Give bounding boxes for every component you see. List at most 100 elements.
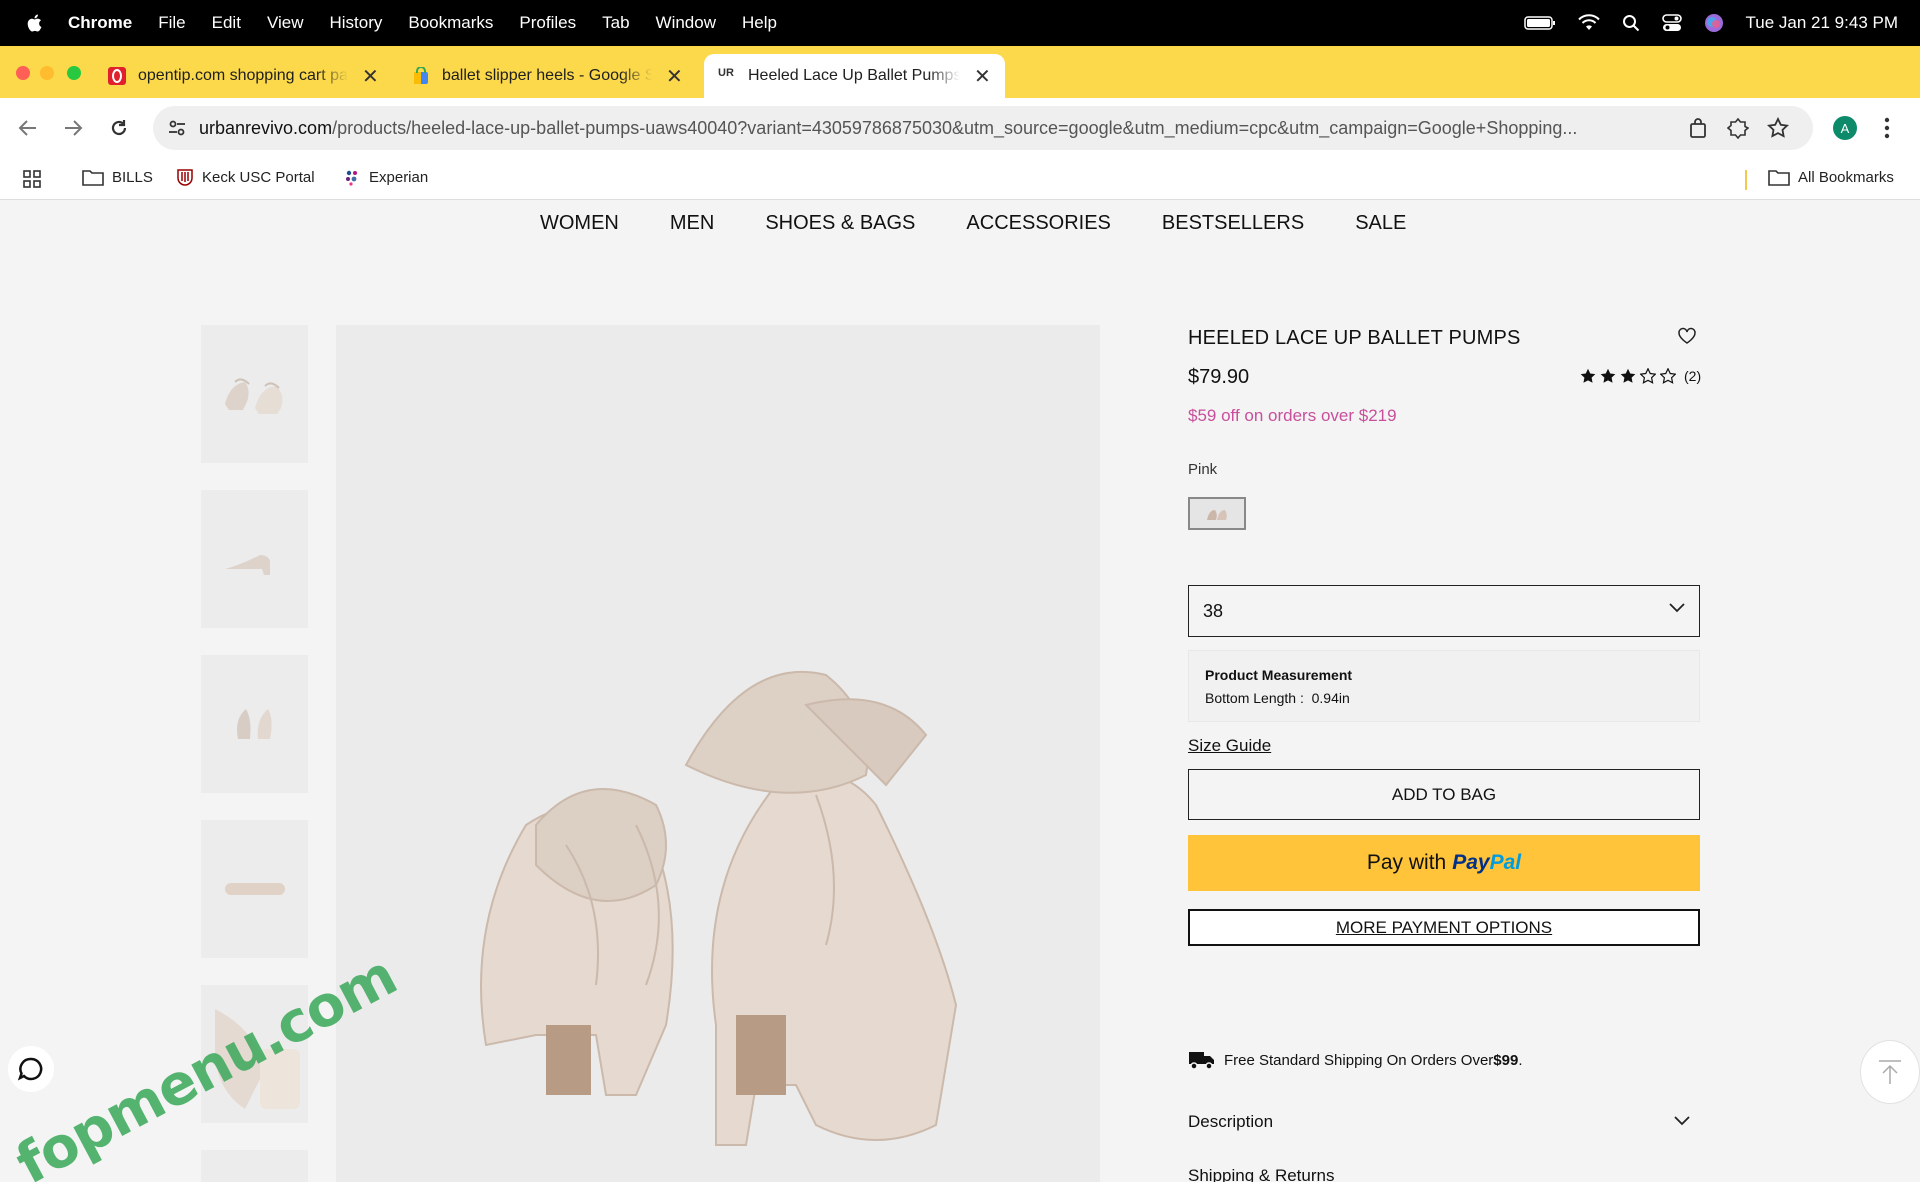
star-filled-icon: [1620, 368, 1636, 383]
control-center-icon[interactable]: [1661, 14, 1682, 32]
shipping-returns-accordion[interactable]: Shipping & Returns: [1188, 1166, 1334, 1182]
shoe-sole-image: [224, 883, 285, 895]
nav-men[interactable]: MEN: [670, 212, 714, 235]
nav-accessories[interactable]: ACCESSORIES: [966, 212, 1110, 235]
extension-badge-icon[interactable]: [1727, 117, 1749, 139]
back-button[interactable]: [15, 115, 41, 141]
product-thumbnail[interactable]: [201, 1150, 308, 1182]
ur-favicon-icon: UR: [718, 67, 734, 79]
menu-help[interactable]: Help: [742, 13, 777, 33]
product-rating[interactable]: (2): [1580, 368, 1701, 384]
product-thumbnail[interactable]: [201, 490, 308, 628]
window-close-button[interactable]: [16, 66, 30, 80]
menu-file[interactable]: File: [158, 13, 185, 33]
tab-close-icon[interactable]: ✕: [974, 64, 991, 89]
product-measurement-box: Product Measurement Bottom Length : 0.94…: [1188, 650, 1700, 722]
address-bar[interactable]: urbanrevivo.com/products/heeled-lace-up-…: [153, 106, 1813, 150]
nav-bestsellers[interactable]: BESTSELLERS: [1162, 212, 1304, 235]
menu-tab[interactable]: Tab: [602, 13, 629, 33]
menu-profiles[interactable]: Profiles: [519, 13, 576, 33]
url-host: urbanrevivo.com: [199, 117, 333, 138]
reload-button[interactable]: [106, 115, 132, 141]
site-info-tune-icon[interactable]: [165, 116, 189, 140]
product-thumbnail[interactable]: [201, 325, 308, 463]
window-zoom-button[interactable]: [67, 66, 81, 80]
chat-bubble-icon: [17, 1057, 43, 1081]
browser-tab-strip: opentip.com shopping cart pa ✕ ballet sl…: [0, 46, 1920, 136]
product-thumbnail[interactable]: [201, 655, 308, 793]
shopping-bag-favicon-icon: [414, 67, 428, 84]
back-to-top-button[interactable]: [1860, 1040, 1920, 1104]
menu-view[interactable]: View: [267, 13, 304, 33]
nav-women[interactable]: WOMEN: [540, 212, 619, 235]
ballet-pumps-image: [480, 670, 958, 1146]
tab-close-icon[interactable]: ✕: [666, 64, 683, 89]
add-to-bag-button[interactable]: ADD TO BAG: [1188, 769, 1700, 820]
menu-app-chrome[interactable]: Chrome: [68, 13, 132, 33]
nav-shoes-bags[interactable]: SHOES & BAGS: [765, 212, 915, 235]
tab-google-search[interactable]: ballet slipper heels - Google S ✕: [412, 54, 683, 98]
folder-icon: [1768, 170, 1790, 186]
macos-menu-bar: Chrome File Edit View History Bookmarks …: [0, 0, 1920, 46]
star-filled-icon: [1580, 368, 1596, 383]
star-filled-icon: [1600, 368, 1616, 383]
bookmarks-separator: [1745, 170, 1747, 190]
arrow-right-icon: [65, 120, 83, 136]
paypal-button[interactable]: Pay with PayPal: [1188, 835, 1700, 891]
menu-bookmarks[interactable]: Bookmarks: [408, 13, 493, 33]
experian-favicon-icon: [346, 170, 357, 186]
status-area: Tue Jan 21 9:43 PM: [1523, 0, 1898, 46]
menu-history[interactable]: History: [329, 13, 382, 33]
description-accordion[interactable]: Description: [1188, 1112, 1700, 1132]
size-guide-link[interactable]: Size Guide: [1188, 736, 1271, 756]
chevron-down-icon: [1674, 1116, 1690, 1126]
product-thumbnail[interactable]: [201, 820, 308, 958]
bookmark-bills[interactable]: BILLS: [82, 168, 153, 186]
all-bookmarks-button[interactable]: All Bookmarks: [1768, 168, 1894, 186]
opera-favicon-icon: [108, 67, 126, 85]
bookmark-keck-usc-portal[interactable]: Keck USC Portal: [176, 168, 315, 186]
product-price: $79.90: [1188, 366, 1250, 388]
measurement-value: 0.94in: [1311, 690, 1350, 706]
bookmark-experian[interactable]: Experian: [343, 168, 428, 186]
all-bookmarks-label: All Bookmarks: [1798, 168, 1894, 186]
nav-sale[interactable]: SALE: [1355, 212, 1406, 235]
browser-toolbar: urbanrevivo.com/products/heeled-lace-up-…: [0, 98, 1920, 158]
spotlight-search-icon[interactable]: [1622, 14, 1640, 32]
tab-opentip[interactable]: opentip.com shopping cart pa ✕: [108, 54, 379, 98]
bookmark-star-icon[interactable]: [1767, 117, 1789, 139]
size-select-value: 38: [1203, 600, 1224, 621]
menu-edit[interactable]: Edit: [212, 13, 241, 33]
shipping-amount: $99: [1493, 1051, 1519, 1069]
product-title: HEELED LACE UP BALLET PUMPS: [1188, 327, 1521, 349]
star-empty-icon: [1640, 368, 1656, 384]
product-main-image[interactable]: [336, 325, 1100, 1182]
arrow-left-icon: [18, 120, 36, 136]
chat-widget-button[interactable]: [8, 1046, 54, 1092]
tab-close-icon[interactable]: ✕: [362, 64, 379, 89]
profile-avatar[interactable]: A: [1833, 116, 1857, 140]
apple-icon[interactable]: [24, 12, 46, 34]
folder-icon: [82, 170, 104, 186]
more-payment-options-button[interactable]: MORE PAYMENT OPTIONS: [1188, 909, 1700, 946]
bookmarks-bar: BILLS Keck USC Portal Experian All Bookm…: [0, 158, 1920, 200]
wishlist-heart-icon[interactable]: [1677, 327, 1697, 345]
menu-window[interactable]: Window: [656, 13, 716, 33]
siri-icon[interactable]: [1704, 13, 1724, 33]
tab-title: Heeled Lace Up Ballet Pumps: [748, 67, 960, 84]
shopping-bag-icon[interactable]: [1687, 117, 1709, 139]
swatch-shoe-image: [1207, 509, 1227, 520]
battery-icon[interactable]: [1523, 15, 1556, 31]
url-text[interactable]: urbanrevivo.com/products/heeled-lace-up-…: [199, 118, 1674, 139]
window-minimize-button[interactable]: [40, 66, 54, 80]
color-swatch-pink[interactable]: [1188, 497, 1246, 530]
wifi-icon[interactable]: [1577, 14, 1600, 32]
menubar-clock[interactable]: Tue Jan 21 9:43 PM: [1746, 13, 1898, 33]
color-label: Pink: [1188, 461, 1218, 478]
forward-button[interactable]: [60, 115, 86, 141]
tab-urbanrevivo[interactable]: UR Heeled Lace Up Ballet Pumps ✕: [704, 54, 1005, 98]
chevron-down-icon: [1669, 603, 1685, 613]
apps-grid-button[interactable]: [22, 169, 42, 189]
more-menu-icon[interactable]: [1884, 116, 1890, 140]
size-select[interactable]: 38: [1188, 585, 1700, 637]
